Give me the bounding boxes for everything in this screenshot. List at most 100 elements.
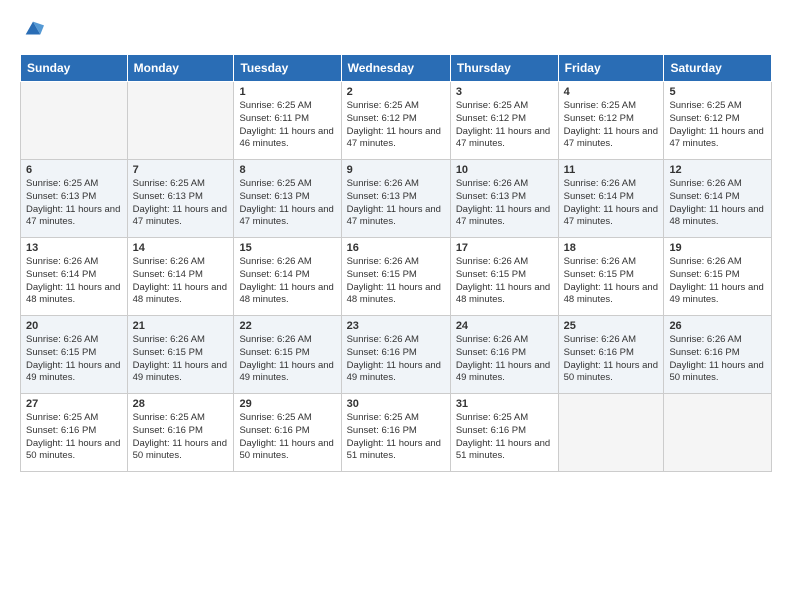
cell-daylight: Daylight: 11 hours and 48 minutes. — [564, 282, 658, 306]
cell-info: Sunrise: 6:25 AMSunset: 6:13 PMDaylight:… — [239, 178, 335, 229]
cell-daylight: Daylight: 11 hours and 50 minutes. — [669, 360, 763, 384]
calendar-cell: 27Sunrise: 6:25 AMSunset: 6:16 PMDayligh… — [21, 394, 128, 472]
cell-day-number: 29 — [239, 398, 335, 410]
cell-sunset: Sunset: 6:13 PM — [133, 191, 203, 202]
calendar-cell: 23Sunrise: 6:26 AMSunset: 6:16 PMDayligh… — [341, 316, 450, 394]
cell-sunrise: Sunrise: 6:25 AM — [239, 100, 311, 111]
calendar-cell: 15Sunrise: 6:26 AMSunset: 6:14 PMDayligh… — [234, 238, 341, 316]
cell-daylight: Daylight: 11 hours and 50 minutes. — [26, 438, 120, 462]
cell-daylight: Daylight: 11 hours and 51 minutes. — [456, 438, 550, 462]
cell-sunset: Sunset: 6:13 PM — [347, 191, 417, 202]
cell-day-number: 9 — [347, 164, 445, 176]
col-header-friday: Friday — [558, 55, 664, 82]
cell-day-number: 4 — [564, 86, 659, 98]
cell-day-number: 21 — [133, 320, 229, 332]
cell-sunrise: Sunrise: 6:25 AM — [133, 178, 205, 189]
cell-info: Sunrise: 6:26 AMSunset: 6:15 PMDaylight:… — [239, 334, 335, 385]
cell-sunrise: Sunrise: 6:26 AM — [347, 256, 419, 267]
cell-info: Sunrise: 6:26 AMSunset: 6:16 PMDaylight:… — [347, 334, 445, 385]
cell-daylight: Daylight: 11 hours and 47 minutes. — [133, 204, 227, 228]
cell-sunset: Sunset: 6:11 PM — [239, 113, 309, 124]
cell-sunset: Sunset: 6:16 PM — [456, 425, 526, 436]
cell-daylight: Daylight: 11 hours and 47 minutes. — [456, 204, 550, 228]
cell-sunrise: Sunrise: 6:26 AM — [133, 334, 205, 345]
cell-sunrise: Sunrise: 6:26 AM — [669, 334, 741, 345]
cell-daylight: Daylight: 11 hours and 47 minutes. — [564, 204, 658, 228]
cell-info: Sunrise: 6:26 AMSunset: 6:15 PMDaylight:… — [669, 256, 766, 307]
week-row-1: 1Sunrise: 6:25 AMSunset: 6:11 PMDaylight… — [21, 82, 772, 160]
cell-daylight: Daylight: 11 hours and 48 minutes. — [456, 282, 550, 306]
calendar-cell: 10Sunrise: 6:26 AMSunset: 6:13 PMDayligh… — [450, 160, 558, 238]
header — [20, 18, 772, 40]
cell-sunset: Sunset: 6:16 PM — [347, 425, 417, 436]
cell-info: Sunrise: 6:26 AMSunset: 6:14 PMDaylight:… — [26, 256, 122, 307]
cell-day-number: 12 — [669, 164, 766, 176]
cell-sunset: Sunset: 6:16 PM — [669, 347, 739, 358]
cell-daylight: Daylight: 11 hours and 47 minutes. — [26, 204, 120, 228]
calendar-cell: 24Sunrise: 6:26 AMSunset: 6:16 PMDayligh… — [450, 316, 558, 394]
cell-sunset: Sunset: 6:16 PM — [26, 425, 96, 436]
cell-info: Sunrise: 6:25 AM Sunset: 6:16 PM Daylight:… — [26, 412, 122, 463]
cell-sunrise: Sunrise: 6:26 AM — [239, 334, 311, 345]
week-row-4: 20Sunrise: 6:26 AMSunset: 6:15 PMDayligh… — [21, 316, 772, 394]
cell-day-number: 18 — [564, 242, 659, 254]
calendar-cell: 7Sunrise: 6:25 AMSunset: 6:13 PMDaylight… — [127, 160, 234, 238]
calendar-cell: 12Sunrise: 6:26 AMSunset: 6:14 PMDayligh… — [664, 160, 772, 238]
header-row: SundayMondayTuesdayWednesdayThursdayFrid… — [21, 55, 772, 82]
calendar-cell: 2Sunrise: 6:25 AMSunset: 6:12 PMDaylight… — [341, 82, 450, 160]
cell-daylight: Daylight: 11 hours and 48 minutes. — [669, 204, 763, 228]
cell-info: Sunrise: 6:25 AMSunset: 6:16 PMDaylight:… — [456, 412, 553, 463]
cell-sunrise: Sunrise: 6:26 AM — [26, 334, 98, 345]
cell-sunset: Sunset: 6:12 PM — [347, 113, 417, 124]
col-header-sunday: Sunday — [21, 55, 128, 82]
cell-sunset: Sunset: 6:15 PM — [133, 347, 203, 358]
cell-sunset: Sunset: 6:13 PM — [456, 191, 526, 202]
cell-day-number: 10 — [456, 164, 553, 176]
calendar-cell: 29Sunrise: 6:25 AMSunset: 6:16 PMDayligh… — [234, 394, 341, 472]
cell-sunrise: Sunrise: 6:25 AM — [564, 100, 636, 111]
cell-info: Sunrise: 6:26 AMSunset: 6:14 PMDaylight:… — [133, 256, 229, 307]
cell-sunrise: Sunrise: 6:26 AM — [564, 256, 636, 267]
cell-info: Sunrise: 6:25 AMSunset: 6:12 PMDaylight:… — [456, 100, 553, 151]
week-row-2: 6Sunrise: 6:25 AMSunset: 6:13 PMDaylight… — [21, 160, 772, 238]
cell-sunrise: Sunrise: 6:26 AM — [456, 334, 528, 345]
cell-daylight: Daylight: 11 hours and 49 minutes. — [456, 360, 550, 384]
logo — [20, 18, 44, 40]
cell-day-number: 8 — [239, 164, 335, 176]
cell-info: Sunrise: 6:25 AMSunset: 6:13 PMDaylight:… — [26, 178, 122, 229]
cell-day-number: 26 — [669, 320, 766, 332]
calendar-cell: 19 Sunrise: 6:26 AMSunset: 6:15 PMDayligh… — [664, 238, 772, 316]
cell-sunset: Sunset: 6:14 PM — [564, 191, 634, 202]
cell-daylight: Daylight: 11 hours and 49 minutes. — [26, 360, 120, 384]
cell-info: Sunrise: 6:25 AMSunset: 6:12 PMDaylight:… — [564, 100, 659, 151]
cell-info: Sunrise: 6:25 AM Sunset: 6:13 PM Daylight:… — [133, 178, 229, 229]
col-header-saturday: Saturday — [664, 55, 772, 82]
cell-daylight: Daylight: 11 hours and 47 minutes. — [564, 126, 658, 150]
cell-sunset: Sunset: 6:14 PM — [26, 269, 96, 280]
cell-day-number: 22 — [239, 320, 335, 332]
calendar-cell: 31Sunrise: 6:25 AMSunset: 6:16 PMDayligh… — [450, 394, 558, 472]
cell-sunset: Sunset: 6:15 PM — [347, 269, 417, 280]
calendar-cell: 21Sunrise: 6:26 AMSunset: 6:15 PMDayligh… — [127, 316, 234, 394]
col-header-monday: Monday — [127, 55, 234, 82]
calendar-cell — [127, 82, 234, 160]
cell-sunrise: Sunrise: 6:26 AM — [347, 334, 419, 345]
calendar-cell: 8 Sunrise: 6:25 AMSunset: 6:13 PMDaylight… — [234, 160, 341, 238]
calendar-cell — [21, 82, 128, 160]
cell-sunrise: Sunrise: 6:25 AM — [239, 178, 311, 189]
cell-info: Sunrise: 6:26 AMSunset: 6:14 PMDaylight:… — [564, 178, 659, 229]
cell-info: Sunrise: 6:26 AMSunset: 6:15 PMDaylight:… — [456, 256, 553, 307]
calendar-cell: 16Sunrise: 6:26 AMSunset: 6:15 PMDayligh… — [341, 238, 450, 316]
cell-sunrise: Sunrise: 6:26 AM — [26, 256, 98, 267]
calendar-cell: 25Sunrise: 6:26 AMSunset: 6:16 PMDayligh… — [558, 316, 664, 394]
cell-sunset: Sunset: 6:16 PM — [564, 347, 634, 358]
cell-info: Sunrise: 6:25 AMSunset: 6:12 PMDaylight:… — [347, 100, 445, 151]
cell-day-number: 15 — [239, 242, 335, 254]
cell-info: Sunrise: 6:26 AMSunset: 6:15 PMDaylight:… — [26, 334, 122, 385]
cell-day-number: 19 — [669, 242, 766, 254]
cell-sunrise: Sunrise: 6:26 AM — [239, 256, 311, 267]
cell-day-number: 16 — [347, 242, 445, 254]
week-row-3: 13Sunrise: 6:26 AMSunset: 6:14 PMDayligh… — [21, 238, 772, 316]
cell-sunrise: Sunrise: 6:25 AM — [26, 412, 98, 423]
logo-icon — [22, 18, 44, 40]
